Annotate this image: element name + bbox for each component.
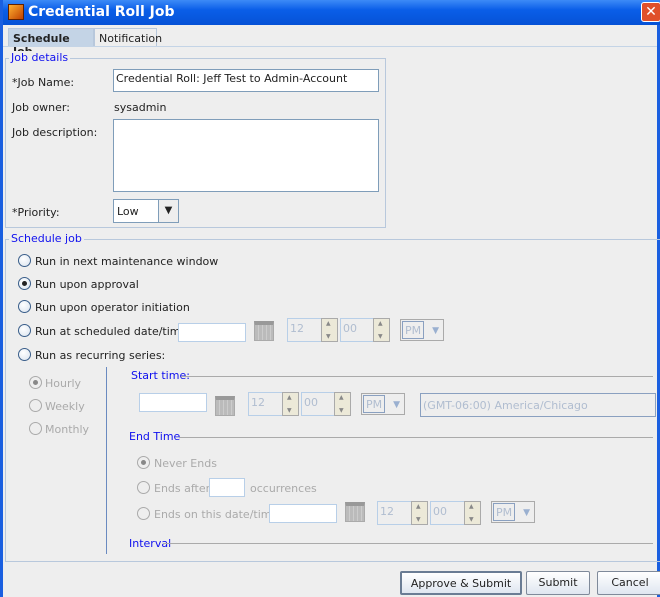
schedule-job-legend: Schedule job (9, 232, 84, 245)
start-minute-spinner[interactable]: 00 (301, 392, 337, 416)
job-details-legend: Job details (9, 51, 71, 64)
end-minute-spinner[interactable]: 00 (430, 501, 466, 525)
job-owner-value: sysadmin (114, 101, 167, 114)
timezone-select[interactable]: (GMT-06:00) America/Chicago (420, 393, 656, 417)
window-title: Credential Roll Job (28, 4, 175, 20)
ampm-value: PM (493, 503, 515, 521)
priority-label: *Priority: (12, 206, 60, 219)
job-name-label: *Job Name: (12, 76, 75, 89)
radio-label: Run at scheduled date/time: (35, 325, 191, 338)
radio-weekly[interactable] (29, 399, 42, 412)
start-ampm-select[interactable]: PM ▼ (361, 393, 405, 415)
radio-hourly[interactable] (29, 376, 42, 389)
cancel-button[interactable]: Cancel (597, 571, 660, 595)
radio-label: Run in next maintenance window (35, 255, 219, 268)
priority-select[interactable]: Low ▼ (113, 199, 179, 223)
job-description-label: Job description: (12, 126, 98, 139)
scheduled-date-input[interactable] (178, 323, 246, 342)
hour-spinner-arrows[interactable] (411, 501, 428, 525)
job-name-input[interactable]: Credential Roll: Jeff Test to Admin-Acco… (113, 69, 379, 92)
occurrences-label: occurrences (250, 482, 317, 495)
minute-spinner-arrows[interactable] (334, 392, 351, 416)
start-date-input[interactable] (139, 393, 207, 412)
hour-spinner-arrows[interactable] (321, 318, 338, 342)
calendar-icon[interactable] (254, 321, 274, 341)
radio-label: Run upon approval (35, 278, 139, 291)
end-time-legend: End Time (129, 430, 181, 443)
radio-label: Never Ends (154, 457, 217, 470)
hour-spinner-arrows[interactable] (282, 392, 299, 416)
chevron-down-icon: ▼ (432, 326, 439, 336)
radio-operator-initiation[interactable] (18, 300, 31, 313)
radio-never-ends[interactable] (137, 456, 150, 469)
calendar-icon[interactable] (215, 396, 235, 416)
scheduled-ampm-select[interactable]: PM ▼ (400, 319, 444, 341)
radio-label: Monthly (45, 423, 90, 436)
end-date-input[interactable] (269, 504, 337, 523)
radio-label: Ends after (154, 482, 211, 495)
radio-ends-after[interactable] (137, 481, 150, 494)
occurrences-input[interactable] (209, 478, 245, 497)
priority-value: Low (117, 205, 139, 218)
end-ampm-select[interactable]: PM ▼ (491, 501, 535, 523)
radio-ends-on-date[interactable] (137, 507, 150, 520)
chevron-down-icon: ▼ (393, 400, 400, 410)
minute-spinner-arrows[interactable] (373, 318, 390, 342)
approve-submit-button[interactable]: Approve & Submit (400, 571, 522, 595)
radio-label: Run as recurring series: (35, 349, 166, 362)
divider (106, 367, 107, 554)
job-description-textarea[interactable] (113, 119, 379, 192)
close-button[interactable]: ✕ (641, 2, 660, 22)
app-icon (8, 4, 24, 20)
radio-label: Ends on this date/time (154, 508, 279, 521)
ampm-value: PM (363, 395, 385, 413)
radio-upon-approval[interactable] (18, 277, 31, 290)
scheduled-minute-spinner[interactable]: 00 (340, 318, 376, 342)
chevron-down-icon[interactable]: ▼ (158, 200, 178, 222)
calendar-icon[interactable] (345, 502, 365, 522)
end-hour-spinner[interactable]: 12 (377, 501, 413, 525)
radio-recurring-series[interactable] (18, 348, 31, 361)
start-hour-spinner[interactable]: 12 (248, 392, 284, 416)
radio-label: Run upon operator initiation (35, 301, 190, 314)
radio-monthly[interactable] (29, 422, 42, 435)
chevron-down-icon: ▼ (523, 508, 530, 518)
scheduled-hour-spinner[interactable]: 12 (287, 318, 323, 342)
radio-scheduled-datetime[interactable] (18, 324, 31, 337)
title-bar: Credential Roll Job ✕ (3, 0, 660, 25)
ampm-value: PM (402, 321, 424, 339)
tab-schedule-job[interactable]: Schedule Job (8, 28, 94, 58)
radio-label: Weekly (45, 400, 85, 413)
radio-label: Hourly (45, 377, 82, 390)
job-owner-label: Job owner: (12, 101, 70, 114)
submit-button[interactable]: Submit (526, 571, 590, 595)
minute-spinner-arrows[interactable] (464, 501, 481, 525)
radio-maintenance-window[interactable] (18, 254, 31, 267)
tab-notification[interactable]: Notification (94, 28, 162, 47)
dialog-window: Credential Roll Job ✕ Schedule Job Notif… (0, 0, 660, 597)
